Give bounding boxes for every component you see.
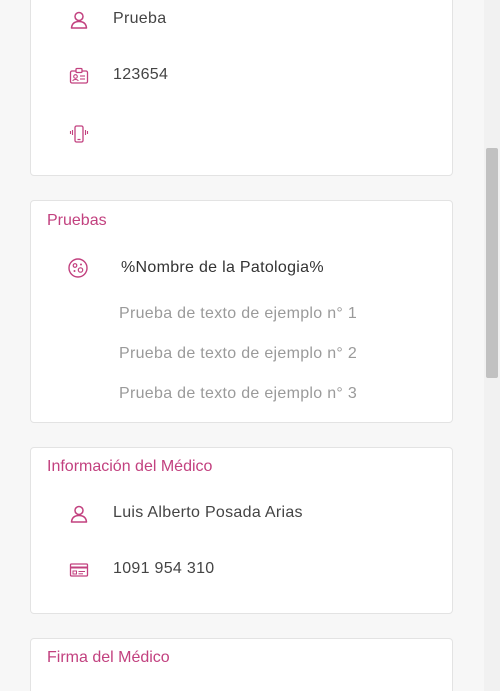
doctor-card-title: Información del Médico [47, 458, 213, 475]
virus-icon [67, 257, 89, 279]
test-item-3: Prueba de texto de ejemplo n° 3 [119, 385, 358, 402]
license-card-icon [69, 560, 89, 580]
patient-document: 123654 [113, 66, 169, 83]
signature-card-title: Firma del Médico [47, 649, 170, 666]
user-icon [69, 504, 89, 524]
phone-icon [69, 124, 89, 144]
doctor-name-row: Luis Alberto Posada Arias [31, 499, 452, 529]
signature-card: Firma del Médico [30, 638, 453, 691]
doctor-license: 1091 954 310 [113, 560, 215, 577]
vertical-scrollbar[interactable] [484, 0, 500, 691]
patient-name: Prueba [113, 10, 167, 27]
test-item-1: Prueba de texto de ejemplo n° 1 [119, 305, 358, 322]
scroll-viewport: Prueba 123654 Pruebas %Nombre de la Pato… [0, 0, 484, 691]
patient-name-row: Prueba [31, 5, 452, 35]
test-item-2: Prueba de texto de ejemplo n° 2 [119, 345, 358, 362]
doctor-name: Luis Alberto Posada Arias [113, 504, 303, 521]
doctor-license-row: 1091 954 310 [31, 555, 452, 585]
tests-card: Pruebas %Nombre de la Patologia% Prueba … [30, 200, 453, 423]
patient-document-row: 123654 [31, 61, 452, 91]
patient-info-card: Prueba 123654 [30, 0, 453, 176]
tests-card-title: Pruebas [47, 212, 107, 229]
id-card-icon [69, 66, 89, 86]
doctor-info-card: Información del Médico Luis Alberto Posa… [30, 447, 453, 614]
user-icon [69, 10, 89, 30]
pathology-name: %Nombre de la Patologia% [121, 259, 324, 276]
patient-phone-row [31, 119, 452, 149]
scrollbar-thumb[interactable] [486, 148, 498, 378]
